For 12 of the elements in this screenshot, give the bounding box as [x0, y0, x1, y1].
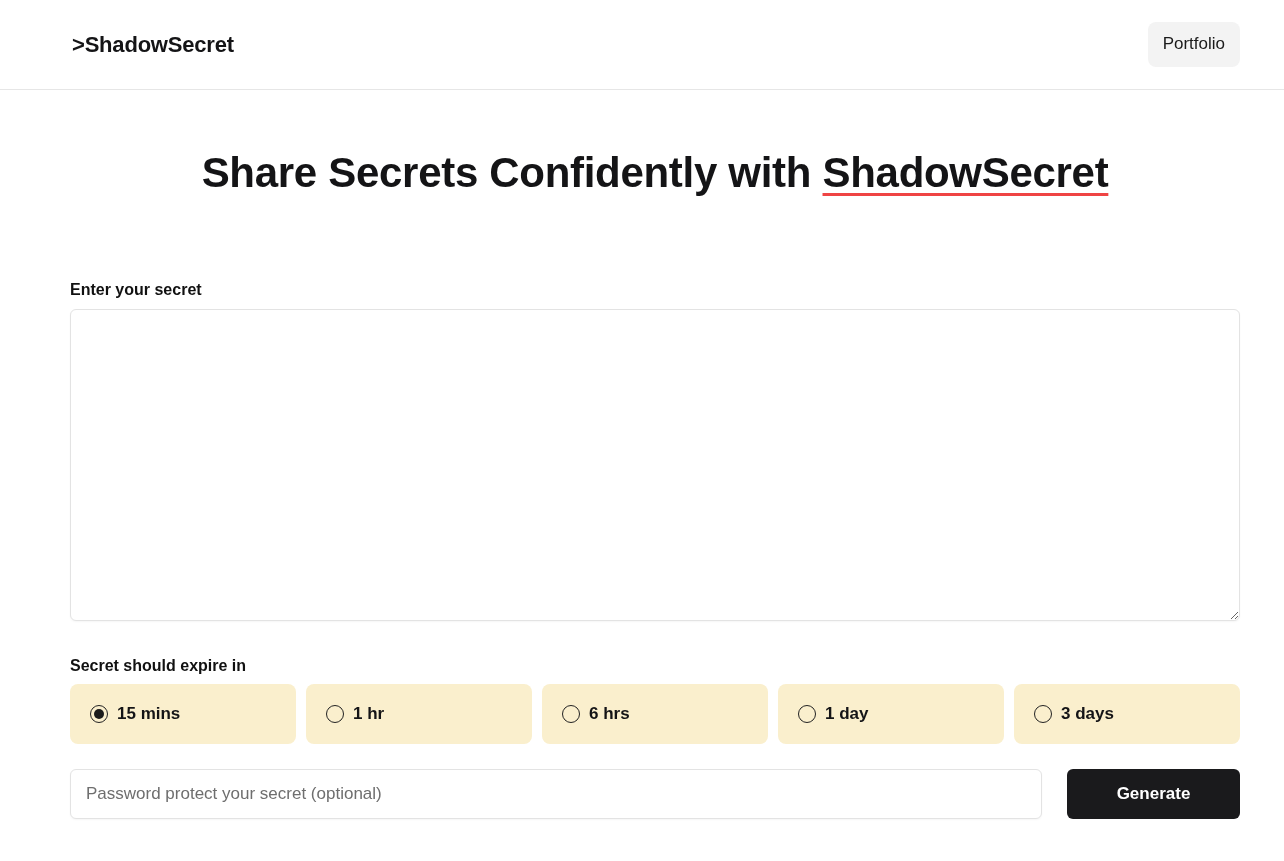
field-label: Enter your secret: [70, 280, 203, 300]
expiry-option[interactable]: 1 hr: [306, 684, 532, 744]
expiry-option[interactable]: 15 mins: [70, 684, 296, 744]
portfolio-button[interactable]: Portfolio: [1147, 21, 1240, 67]
page-heading: Share Secrets Confidently with ShadowSecret: [200, 148, 1110, 198]
password-field[interactable]: Password protect your secret (optional): [70, 769, 1042, 819]
expiry-option[interactable]: 3 days: [1014, 684, 1240, 744]
logo: >ShadowSecret: [72, 31, 234, 58]
field-label: Secret should expire in: [70, 656, 248, 676]
expiry-option[interactable]: 6 hrs: [542, 684, 768, 744]
generate-button[interactable]: Generate: [1067, 769, 1240, 819]
expiry-option[interactable]: 1 day: [778, 684, 1004, 744]
